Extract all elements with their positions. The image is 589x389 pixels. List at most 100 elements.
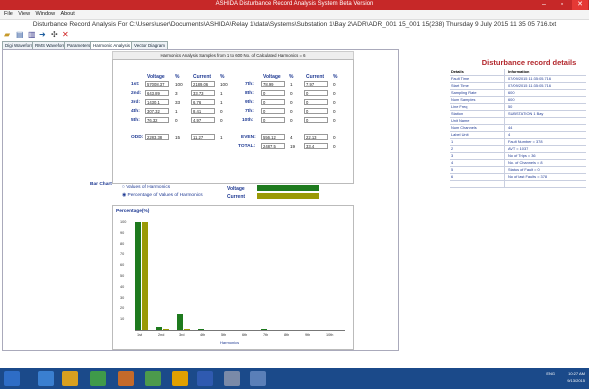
details-value: AVT = 1037	[508, 146, 529, 151]
even-voltage-field[interactable]: 556.12	[261, 134, 285, 140]
excel-icon[interactable]	[145, 371, 161, 386]
x-tick-label: 9th	[305, 333, 311, 337]
total-voltage-field[interactable]: 2487.5	[261, 143, 285, 149]
current-field[interactable]: 0	[304, 117, 328, 123]
voltage-field[interactable]: 57008.37	[145, 81, 169, 87]
menu-bar: File View Window About	[0, 10, 589, 20]
odd-voltage-field[interactable]: 2283.38	[145, 134, 169, 140]
details-row: Start Time 07/09/2015 11:35:05.716	[450, 83, 586, 90]
folder-icon[interactable]	[62, 371, 78, 386]
current-field[interactable]: 8.41	[191, 108, 215, 114]
clock-date[interactable]: 9/13/2015	[555, 378, 585, 383]
open-icon[interactable]: ▰	[4, 30, 10, 40]
voltage-field[interactable]: 1430.1	[145, 99, 169, 105]
details-row: Label Unit 4	[450, 132, 586, 139]
current-field[interactable]: 33.73	[191, 90, 215, 96]
voltage-header: Voltage	[147, 74, 165, 80]
menu-file[interactable]: File	[4, 10, 13, 19]
voltage-pct: 1	[290, 82, 293, 87]
app-icon[interactable]	[90, 371, 106, 386]
voltage-field[interactable]: 0	[261, 90, 285, 96]
paint-icon[interactable]	[118, 371, 134, 386]
menu-about[interactable]: About	[60, 10, 74, 19]
details-value: 4	[508, 132, 511, 137]
chart-icon[interactable]: ▥	[28, 30, 36, 40]
close-button[interactable]: ✕	[572, 0, 588, 10]
maximize-button[interactable]: ▫	[554, 0, 570, 10]
details-value: 600	[508, 97, 515, 102]
reader-icon[interactable]	[197, 371, 213, 386]
x-tick-label: 7th	[263, 333, 269, 337]
details-value: No of last Faults = 378	[508, 174, 548, 179]
current-field[interactable]: 0	[304, 90, 328, 96]
details-row: 2 AVT = 1037	[450, 146, 586, 153]
total-current-field[interactable]: 33.4	[304, 143, 328, 149]
legend-voltage-label: Voltage	[227, 186, 245, 192]
harmonic-label: 9th:	[245, 100, 254, 105]
close-icon[interactable]: ✕	[62, 30, 69, 40]
legend-voltage-swatch	[257, 185, 319, 191]
odd-current-field[interactable]: 11.27	[191, 134, 215, 140]
even-current-field[interactable]: 22.13	[304, 134, 328, 140]
current-field[interactable]: 4.97	[191, 117, 215, 123]
voltage-field[interactable]: 78.99	[261, 81, 285, 87]
details-row: Fault Time 07/09/2015 11:35:05.716	[450, 76, 586, 83]
calculator-icon[interactable]	[224, 371, 240, 386]
details-row: Sampling Rate 600	[450, 90, 586, 97]
tab-harmonic-analysis[interactable]: Harmonic Analysis	[90, 41, 134, 49]
current-field[interactable]: 0	[304, 108, 328, 114]
details-value: No of Trips = 36	[508, 153, 536, 158]
current-pct: 1	[220, 100, 223, 105]
browser-icon[interactable]	[38, 371, 54, 386]
legend-current-swatch	[257, 193, 319, 199]
save-icon[interactable]: ▤	[16, 30, 24, 40]
voltage-pct-header: %	[175, 74, 180, 80]
x-tick-label: 6th	[242, 333, 248, 337]
details-key: Line Freq	[450, 104, 505, 110]
ashida-app-icon[interactable]	[250, 371, 266, 386]
tab-vector-diagram[interactable]: Vector Diagram	[131, 41, 169, 49]
radio-percentage-of-harmonics[interactable]: ◉ Percentage of Values of Harmonics	[122, 193, 203, 198]
bar-voltage-3rd	[177, 313, 183, 330]
record-headline: Disturbance Record Analysis For C:\Users…	[32, 21, 557, 28]
arrow-icon[interactable]: ➜	[39, 30, 46, 40]
files-icon[interactable]	[172, 371, 188, 386]
radio-values-of-harmonics[interactable]: ○ Values of Harmonics	[122, 185, 170, 190]
details-key: 6	[450, 174, 505, 180]
details-key: Num Channels	[450, 125, 505, 131]
total-label: TOTAL:	[238, 144, 256, 149]
details-value: 50	[508, 104, 513, 109]
current-field[interactable]: 6.76	[191, 99, 215, 105]
voltage-field[interactable]: 0	[261, 108, 285, 114]
current-field[interactable]: 2189.06	[191, 81, 215, 87]
current-pct: 100	[220, 82, 228, 87]
current-field[interactable]: 0	[304, 99, 328, 105]
language-indicator[interactable]: ENG	[540, 371, 555, 376]
details-value: Information	[508, 69, 530, 74]
current-pct-header: %	[220, 74, 225, 80]
cursor-icon[interactable]: ✣	[51, 30, 58, 40]
voltage-pct-header-right: %	[289, 74, 294, 80]
voltage-pct: 0	[290, 109, 293, 114]
start-icon[interactable]	[4, 371, 20, 386]
voltage-field[interactable]: 76.32	[145, 117, 169, 123]
clock-time[interactable]: 10:27 AM	[555, 371, 585, 376]
voltage-field[interactable]: 0	[261, 99, 285, 105]
voltage-field[interactable]: 307.32	[145, 108, 169, 114]
odd-label: ODD:	[131, 135, 144, 140]
voltage-field[interactable]: 0	[261, 117, 285, 123]
y-tick-label: 50	[120, 274, 125, 278]
bar-voltage-4th	[198, 328, 204, 330]
voltage-field[interactable]: 643.89	[145, 90, 169, 96]
menu-window[interactable]: Window	[35, 10, 55, 19]
tab-parameters[interactable]: Parameters	[64, 41, 94, 49]
menu-view[interactable]: View	[18, 10, 30, 19]
minimize-button[interactable]: ‒	[536, 0, 552, 10]
current-pct: 0	[333, 82, 336, 87]
current-field[interactable]: 7.97	[304, 81, 328, 87]
details-value	[506, 181, 586, 187]
details-header-row: Details Information	[450, 69, 586, 76]
x-tick-label: 8th	[284, 333, 290, 337]
bar-current-3rd	[184, 328, 190, 330]
odd-voltage-pct: 15	[175, 135, 181, 140]
